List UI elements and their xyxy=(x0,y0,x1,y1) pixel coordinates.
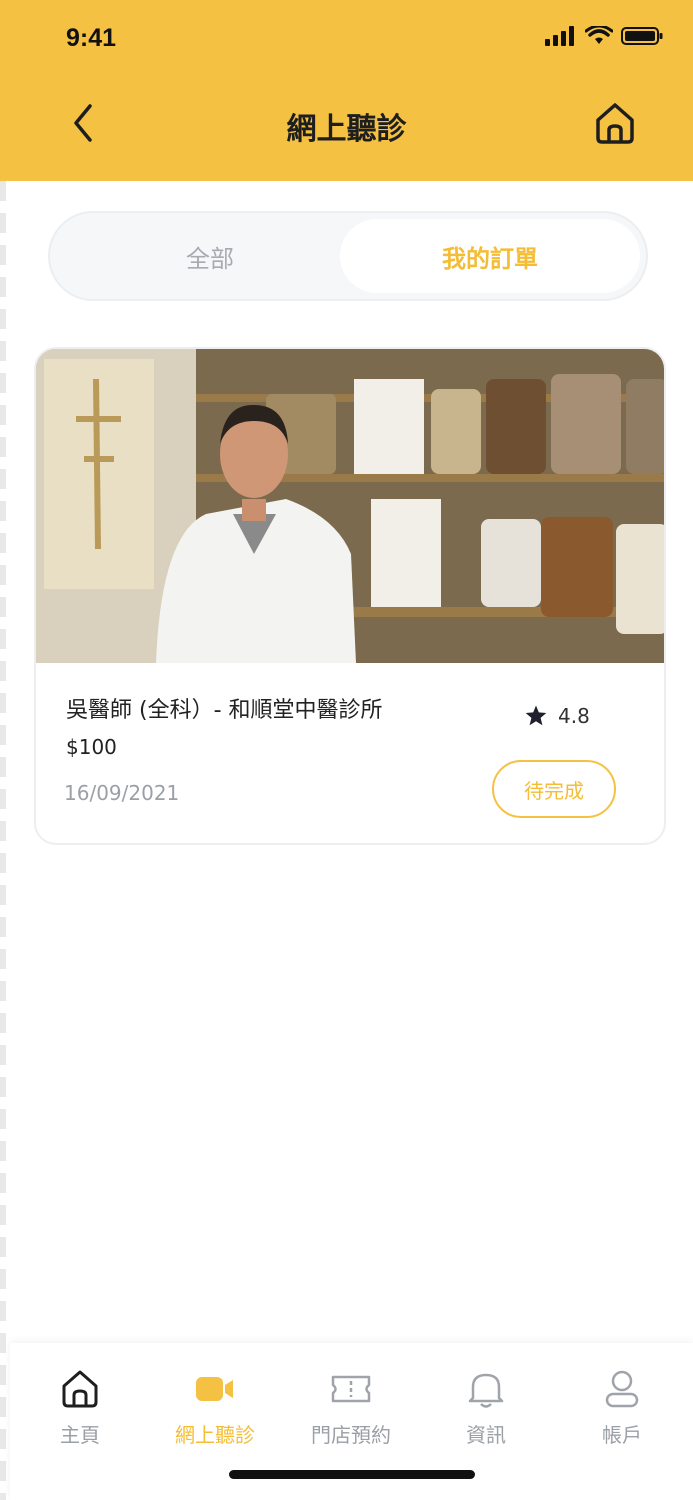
status-bar: 9:41 xyxy=(0,0,693,80)
price: $100 xyxy=(66,735,117,759)
page-title: 網上聽診 xyxy=(286,112,407,147)
order-card[interactable]: 吳醫師 (全科）- 和順堂中醫診所 $100 16/09/2021 4.8 待完… xyxy=(34,347,666,845)
bell-icon xyxy=(464,1367,508,1411)
nav-item-home[interactable]: 主頁 xyxy=(12,1367,148,1457)
home-indicator xyxy=(229,1470,475,1479)
nav-label-account: 帳戶 xyxy=(602,1423,642,1447)
status-button[interactable]: 待完成 xyxy=(492,760,616,818)
segmented-tabs: 全部 我的訂單 xyxy=(48,211,648,301)
nav-label-news: 資訊 xyxy=(466,1423,506,1447)
doctor-name: 吳醫師 (全科）- 和順堂中醫診所 xyxy=(66,698,383,723)
status-icons xyxy=(545,26,663,46)
star-icon xyxy=(525,705,547,726)
app-header: 9:41 網上聽診 xyxy=(0,0,693,181)
ticket-icon xyxy=(329,1367,373,1411)
nav-label-online-consult: 網上聽診 xyxy=(175,1423,255,1447)
home-icon xyxy=(58,1367,102,1411)
rating-value: 4.8 xyxy=(558,704,590,728)
nav-item-store-booking[interactable]: 門店預約 xyxy=(283,1367,419,1457)
nav-item-online-consult[interactable]: 網上聽診 xyxy=(147,1367,283,1457)
tab-my-orders[interactable]: 我的訂單 xyxy=(340,219,640,293)
order-date: 16/09/2021 xyxy=(64,781,180,805)
battery-icon xyxy=(621,27,663,45)
video-icon xyxy=(193,1367,237,1411)
signal-icon xyxy=(545,26,574,46)
user-icon xyxy=(600,1367,644,1411)
nav-label-home: 主頁 xyxy=(60,1423,100,1447)
nav-item-news[interactable]: 資訊 xyxy=(418,1367,554,1457)
wifi-icon xyxy=(585,26,613,44)
home-icon xyxy=(596,103,634,144)
page-edge xyxy=(0,181,6,1500)
status-time: 9:41 xyxy=(66,24,117,52)
nav-item-account[interactable]: 帳戶 xyxy=(554,1367,690,1457)
rating: 4.8 xyxy=(524,704,590,728)
bottom-nav: 主頁 網上聽診 門店預約 資訊 帳戶 xyxy=(10,1343,693,1500)
nav-bar: 網上聽診 xyxy=(0,80,693,170)
tab-all[interactable]: 全部 xyxy=(60,213,360,299)
nav-label-store-booking: 門店預約 xyxy=(311,1423,391,1447)
doctor-photo xyxy=(36,349,664,663)
home-button[interactable] xyxy=(593,100,637,146)
